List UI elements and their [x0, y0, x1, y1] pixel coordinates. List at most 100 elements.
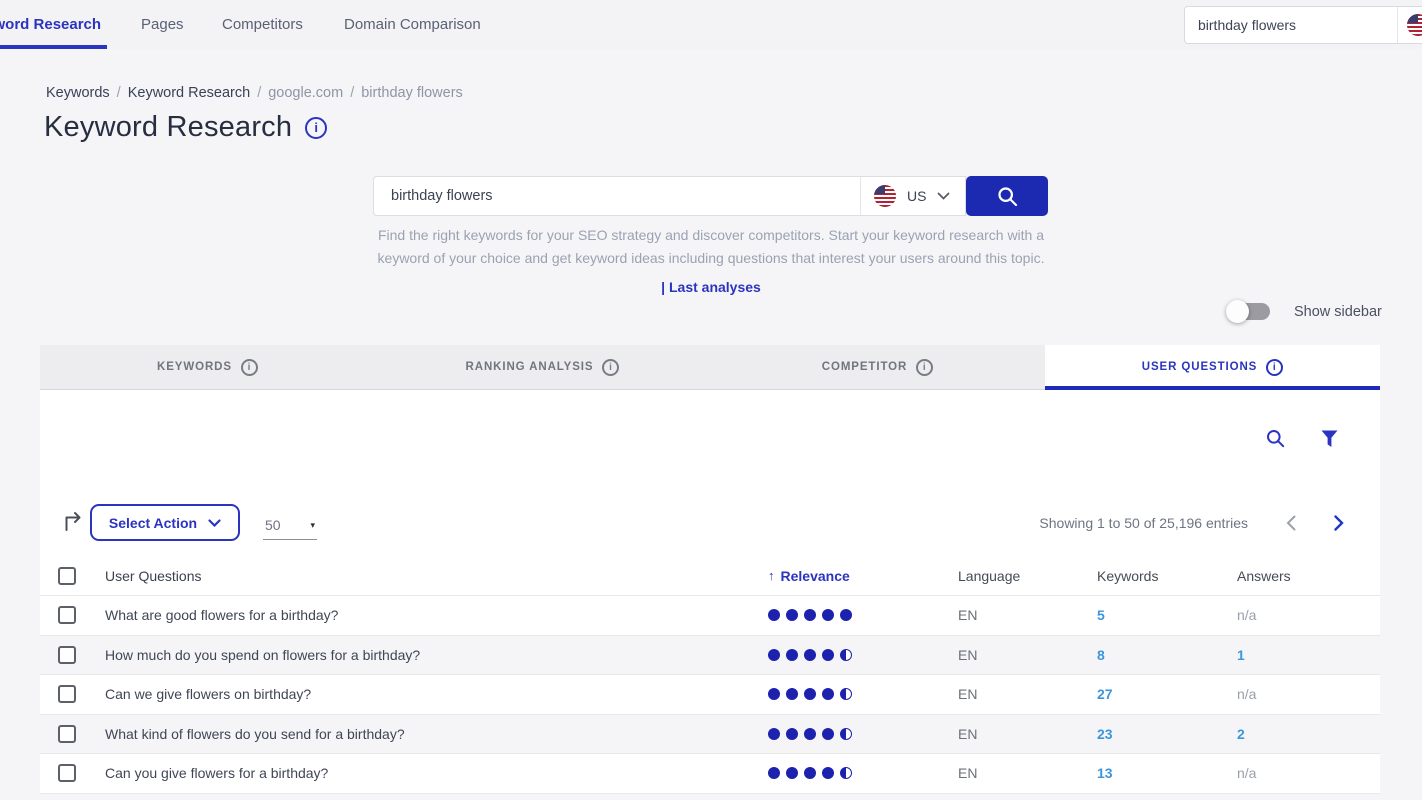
topnav-item-domain-comparison[interactable]: Domain Comparison [344, 0, 481, 49]
question-cell: What are good flowers for a birthday? [97, 607, 760, 623]
question-cell: What kind of flowers do you send for a b… [97, 726, 760, 742]
tab-bar: KEYWORDS i RANKING ANALYSIS i COMPETITOR… [40, 345, 1380, 390]
breadcrumb-google-com[interactable]: google.com [268, 85, 343, 101]
topnav-item-pages[interactable]: Pages [141, 0, 184, 49]
page-size-value: 50 [265, 517, 281, 533]
table-header: User Questions ↑ Relevance Language Keyw… [40, 556, 1380, 595]
caret-down-icon: ▾ [310, 520, 315, 531]
last-analyses-link[interactable]: | Last analyses [261, 276, 1161, 299]
relevance-dot [840, 609, 852, 621]
table-row: What are good flowers for a birthday? EN… [40, 595, 1380, 635]
language-cell: EN [950, 765, 1089, 781]
top-navigation-bar: Keyword Research Pages Competitors Domai… [0, 0, 1422, 49]
row-checkbox[interactable] [58, 725, 76, 743]
header-user-questions: User Questions [97, 568, 760, 584]
search-icon [1266, 429, 1285, 448]
tab-competitor[interactable]: COMPETITOR i [710, 345, 1045, 390]
chevron-down-icon [937, 192, 950, 200]
header-relevance-sort[interactable]: ↑ Relevance [760, 568, 950, 584]
tab-keywords[interactable]: KEYWORDS i [40, 345, 375, 390]
tab-user-questions[interactable]: USER QUESTIONS i [1045, 345, 1380, 390]
keywords-link[interactable]: 5 [1089, 607, 1229, 623]
table-row-partial [40, 793, 1380, 800]
relevance-dot [840, 728, 852, 740]
table-row: How much do you spend on flowers for a b… [40, 635, 1380, 675]
previous-page-button[interactable] [1286, 515, 1296, 531]
relevance-dot [786, 728, 798, 740]
topnav-item-competitors[interactable]: Competitors [222, 0, 303, 49]
table-body: What are good flowers for a birthday? EN… [40, 595, 1380, 800]
table-filter-button[interactable] [1321, 430, 1338, 448]
breadcrumb-birthday-flowers: birthday flowers [361, 85, 463, 101]
relevance-dot [804, 728, 816, 740]
relevance-dot [768, 728, 780, 740]
language-cell: EN [950, 607, 1089, 623]
question-cell: Can you give flowers for a birthday? [97, 765, 760, 781]
row-checkbox[interactable] [58, 606, 76, 624]
page-size-select[interactable]: 50 ▾ [263, 511, 317, 540]
showing-entries-text: Showing 1 to 50 of 25,196 entries [1039, 515, 1248, 531]
relevance-dot [840, 688, 852, 700]
header-answers: Answers [1229, 568, 1380, 584]
language-cell: EN [950, 647, 1089, 663]
keywords-link[interactable]: 23 [1089, 726, 1229, 742]
show-sidebar-toggle[interactable] [1228, 303, 1270, 320]
country-code-label: US [907, 188, 926, 204]
us-flag-icon [1407, 14, 1422, 36]
toggle-knob [1226, 300, 1249, 323]
answers-cell: n/a [1229, 607, 1380, 623]
answers-cell[interactable]: 2 [1229, 726, 1380, 742]
title-info-icon[interactable]: i [305, 117, 327, 139]
magnifier-icon [997, 186, 1018, 207]
answers-cell[interactable]: 1 [1229, 647, 1380, 663]
relevance-dot [768, 688, 780, 700]
keywords-link[interactable]: 13 [1089, 765, 1229, 781]
relevance-dot [786, 609, 798, 621]
tab-label: COMPETITOR [822, 361, 907, 373]
chevron-left-icon [1286, 515, 1296, 531]
info-icon[interactable]: i [602, 359, 619, 376]
keywords-link[interactable]: 27 [1089, 686, 1229, 702]
info-icon[interactable]: i [916, 359, 933, 376]
info-icon[interactable]: i [241, 359, 258, 376]
relevance-dot [840, 649, 852, 661]
keywords-link[interactable]: 8 [1089, 647, 1229, 663]
next-page-button[interactable] [1334, 515, 1344, 531]
export-arrow-icon [62, 509, 85, 532]
tab-ranking-analysis[interactable]: RANKING ANALYSIS i [375, 345, 710, 390]
search-button[interactable] [966, 176, 1048, 216]
row-checkbox[interactable] [58, 685, 76, 703]
relevance-dot [804, 767, 816, 779]
topnav-item-keyword-research[interactable]: Keyword Research [0, 0, 101, 49]
row-checkbox[interactable] [58, 646, 76, 664]
tab-label: USER QUESTIONS [1142, 361, 1257, 373]
breadcrumb-keyword-research[interactable]: Keyword Research [128, 85, 251, 101]
select-all-checkbox[interactable] [58, 567, 76, 585]
export-button[interactable] [62, 509, 85, 532]
language-cell: EN [950, 726, 1089, 742]
row-checkbox[interactable] [58, 764, 76, 782]
tab-label: KEYWORDS [157, 361, 232, 373]
description-line-2: keyword of your choice and get keyword i… [261, 247, 1161, 270]
global-search-input[interactable] [1185, 7, 1397, 43]
select-action-button[interactable]: Select Action [90, 504, 240, 541]
relevance-dot [786, 688, 798, 700]
breadcrumb-separator: / [350, 85, 354, 101]
table-search-button[interactable] [1266, 429, 1285, 448]
table-row: Can we give flowers on birthday? EN 27 n… [40, 674, 1380, 714]
question-cell: How much do you spend on flowers for a b… [97, 647, 760, 663]
page-title: Keyword Research [44, 111, 292, 144]
breadcrumb-keywords[interactable]: Keywords [46, 85, 110, 101]
keyword-input[interactable] [373, 176, 860, 216]
language-cell: EN [950, 686, 1089, 702]
description-line-1: Find the right keywords for your SEO str… [378, 227, 1044, 243]
sort-ascending-icon: ↑ [768, 568, 775, 583]
info-icon[interactable]: i [1266, 359, 1283, 376]
relevance-dot [804, 609, 816, 621]
relevance-dot [768, 609, 780, 621]
table-row: Can you give flowers for a birthday? EN … [40, 753, 1380, 793]
relevance-dot [786, 767, 798, 779]
relevance-dots [768, 728, 950, 740]
country-selector[interactable]: US [860, 176, 966, 216]
description-text: iFind the right keywords for your SEO st… [261, 224, 1161, 299]
